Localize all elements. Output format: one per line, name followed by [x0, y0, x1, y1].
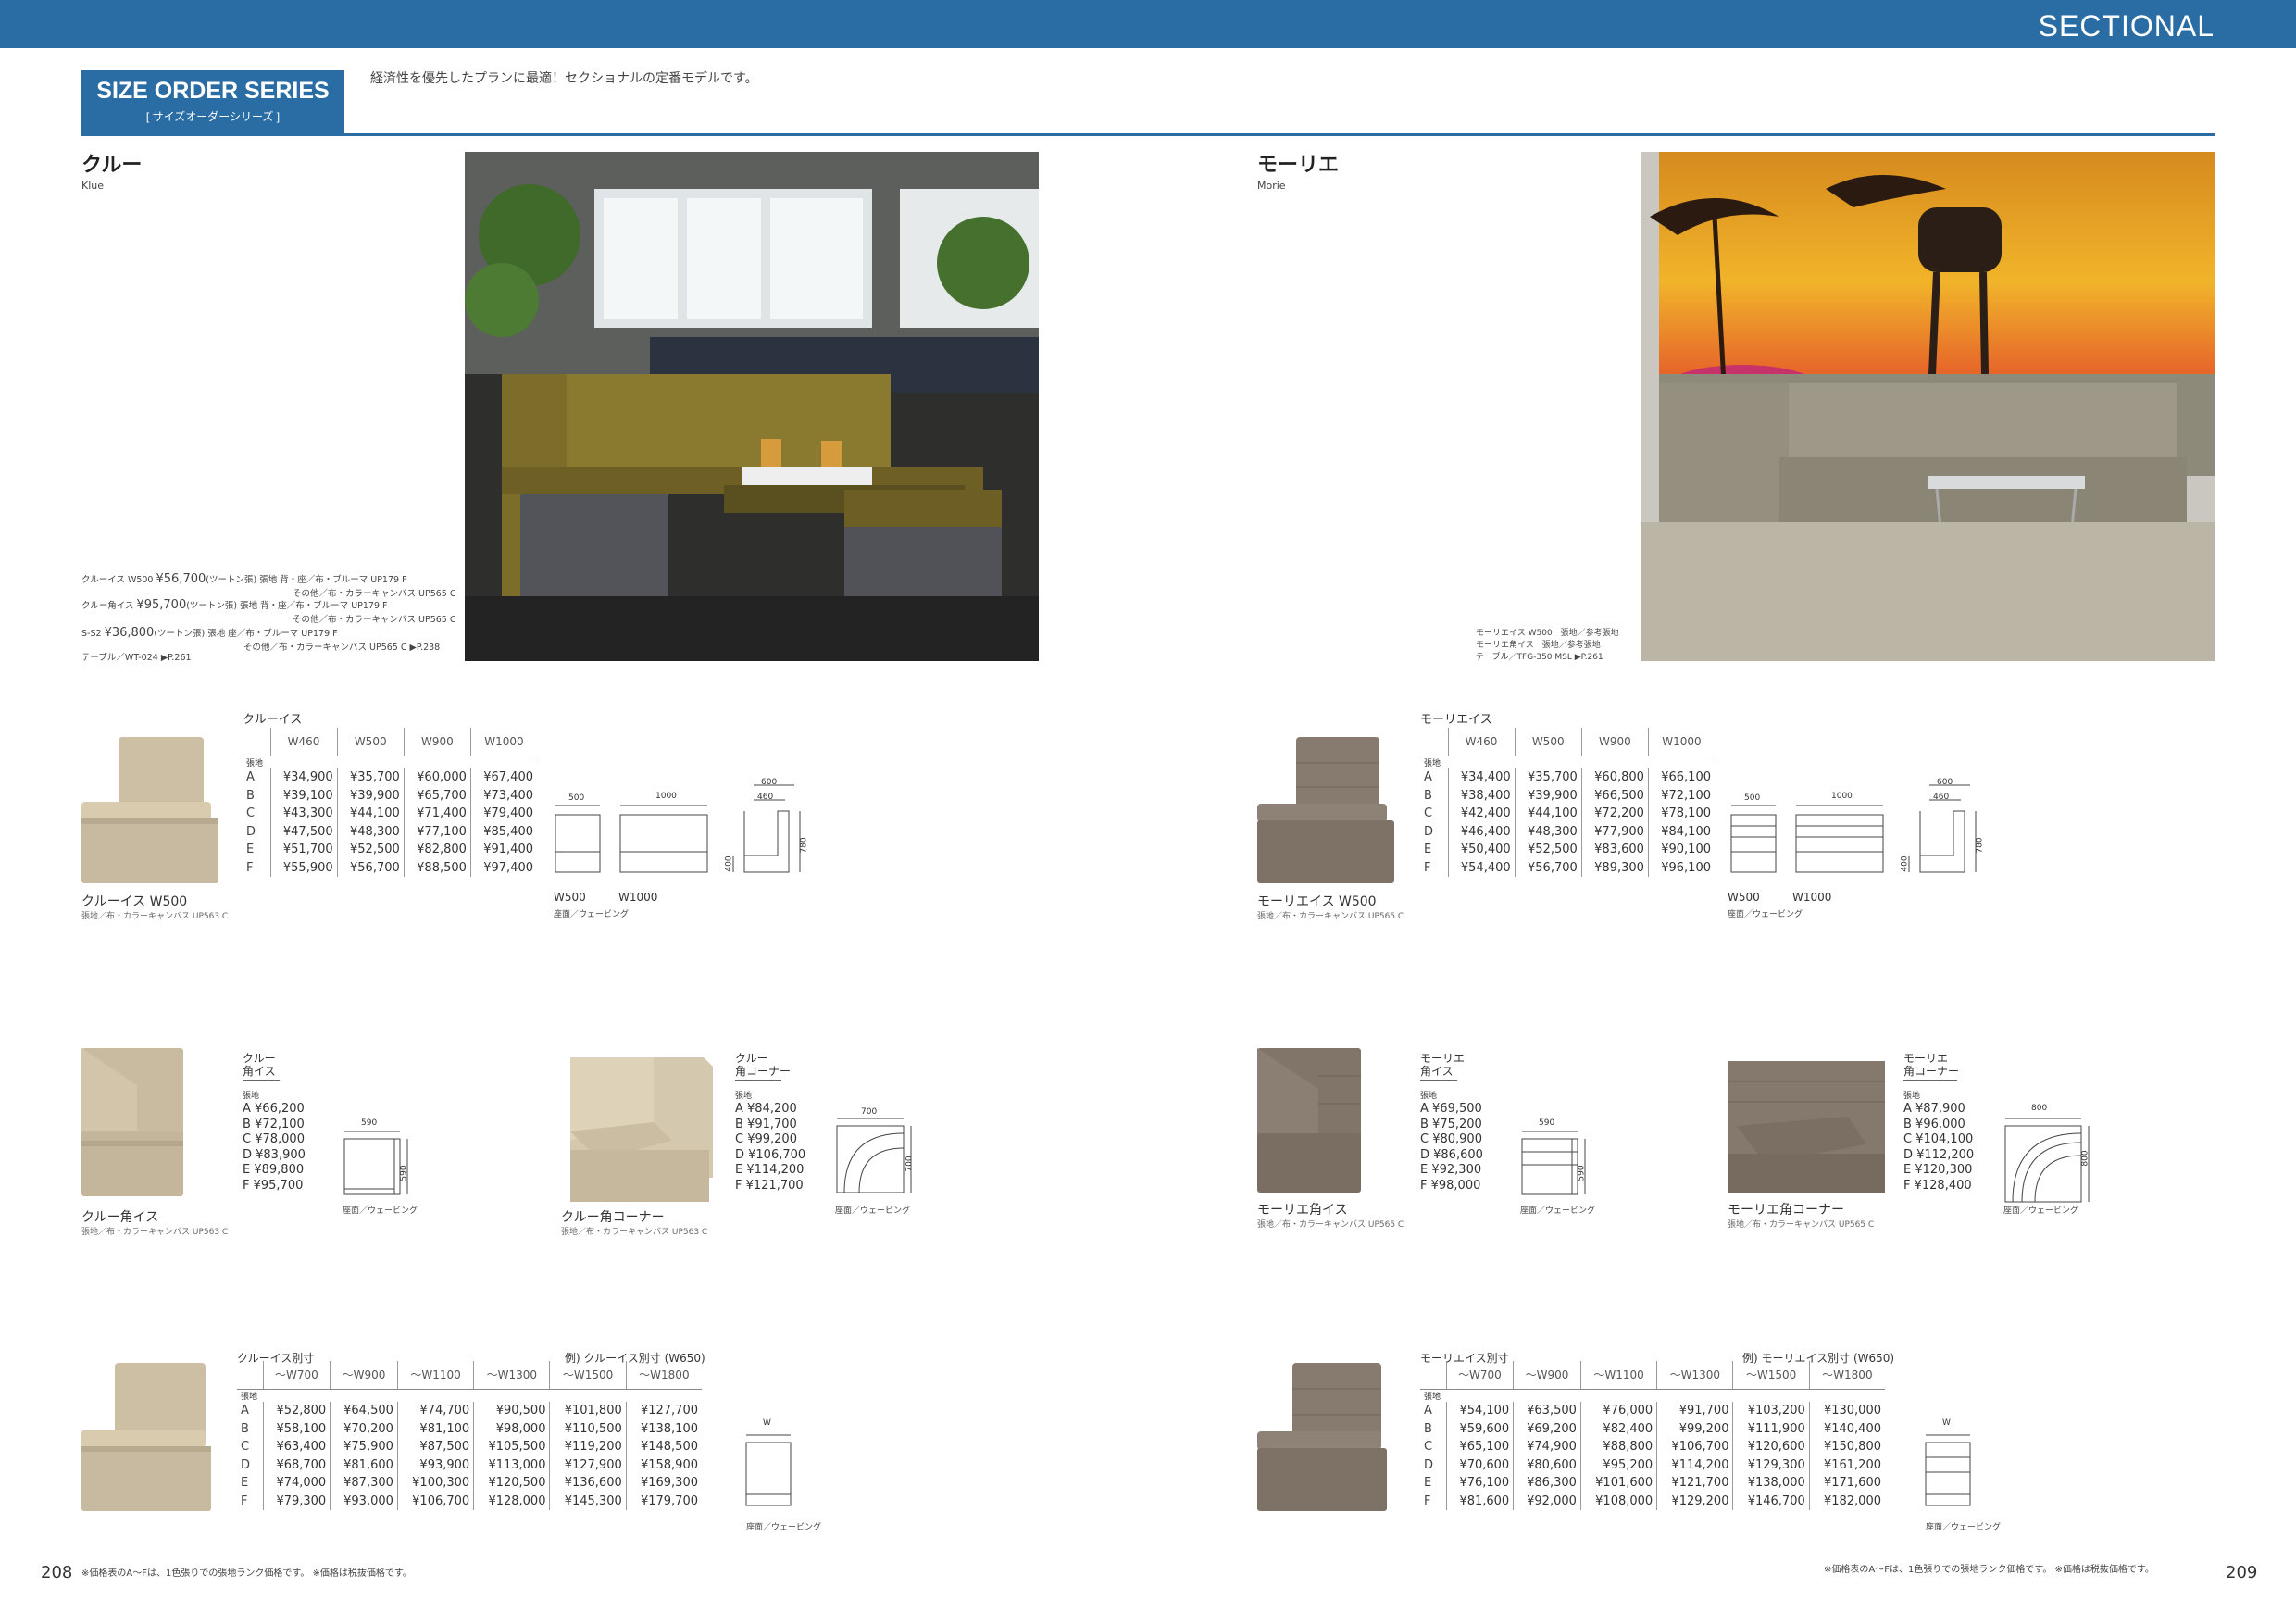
klue-corner-chair-label: クルー角イス [81, 1210, 159, 1225]
klue-chair-image [81, 737, 218, 885]
product-name-en-klue: Klue [81, 180, 105, 192]
table-row: D ¥46,400 ¥48,300 ¥77,900 ¥84,100 [1420, 822, 1715, 841]
series-tagline: 経済性を優先したプランに最適！セクショナルの定番モデルです。 [370, 71, 758, 86]
product-name-klue: クルー [81, 154, 143, 177]
dim-1000: 1000 [655, 792, 677, 801]
morie-chair-fabric: 張地／布・カラーキャンバス UP565 C [1257, 912, 1404, 921]
section-title: SECTIONAL [2038, 9, 2215, 43]
morie-corner-piece-fabric: 張地／布・カラーキャンバス UP565 C [1728, 1220, 1875, 1230]
klue-corner-piece-image [561, 1057, 713, 1204]
klue-corner-piece-label: クルー角コーナー [561, 1210, 665, 1225]
morie-corner-piece-image [1728, 1061, 1885, 1194]
series-badge: SIZE ORDER SERIES [ サイズオーダーシリーズ ] [81, 70, 344, 133]
morie-corner-chair-image [1257, 1048, 1361, 1194]
morie-chair-label: モーリエイス W500 [1257, 894, 1377, 909]
table-row: A ¥54,100 ¥63,500 ¥76,000 ¥91,700 ¥103,200 ¥13… [1420, 1402, 1885, 1420]
morie-corner-piece-prices: A ¥87,900 B ¥96,000 C ¥104,100 D ¥112,20… [1903, 1102, 1975, 1193]
table-row: D ¥70,600 ¥80,600 ¥95,200 ¥114,200 ¥129,300 ¥1… [1420, 1455, 1885, 1474]
table-row: E ¥51,700 ¥52,500 ¥82,800 ¥91,400 [243, 841, 537, 859]
table-row: A ¥52,800 ¥64,500 ¥74,700 ¥90,500 ¥101,800 ¥12… [237, 1402, 702, 1420]
morie-captions: モーリエイス W500 張地／参考張地 モーリエ角イス 張地／参考張地 テーブル… [1476, 629, 1619, 662]
morie-photo [1641, 152, 2215, 661]
morie-custom-chair-image [1257, 1363, 1387, 1513]
table-row: B ¥38,400 ¥39,900 ¥66,500 ¥72,100 [1420, 786, 1715, 805]
klue-corner-chair-image [81, 1048, 183, 1201]
table-row: C ¥63,400 ¥75,900 ¥87,500 ¥105,500 ¥119,200 ¥1… [237, 1438, 702, 1456]
klue-caption-2-price: ¥95,700 [136, 598, 187, 612]
table-row: F ¥54,400 ¥56,700 ¥89,300 ¥96,100 [1420, 858, 1715, 877]
morie-chair-image [1257, 737, 1394, 885]
klue-table-title: クルーイス [243, 713, 303, 727]
table-row: D ¥47,500 ¥48,300 ¥77,100 ¥85,400 [243, 822, 537, 841]
table-row: B ¥58,100 ¥70,200 ¥81,100 ¥98,000 ¥110,500 ¥13… [237, 1419, 702, 1438]
klue-chair-fabric: 張地／布・カラーキャンバス UP563 C [81, 912, 229, 921]
klue-caption-1: クルーイス W500 ¥56,700(ツートン張) 張地 背・座／布・ブルーマ … [81, 572, 456, 599]
dim-600: 600 [761, 778, 778, 787]
table-row: A ¥34,400 ¥35,700 ¥60,800 ¥66,100 [1420, 768, 1715, 787]
morie-corner-chair-fabric: 張地／布・カラーキャンバス UP565 C [1257, 1220, 1404, 1230]
footnote-right: ※価格表のA～Fは、1色張りでの張地ランク価格です。 ※価格は税抜価格です。 [1824, 1565, 2154, 1575]
klue-caption-table: テーブル／WT-024 ▶P.261 [81, 653, 192, 663]
table-row: E ¥50,400 ¥52,500 ¥83,600 ¥90,100 [1420, 841, 1715, 859]
morie-corner-chair-plan [1520, 1120, 1594, 1207]
klue-corner-piece-prices: A ¥84,200 B ¥91,700 C ¥99,200 D ¥106,700… [735, 1102, 806, 1193]
klue-custom-plan [741, 1430, 796, 1517]
morie-corner-piece-label: モーリエ角コーナー [1728, 1203, 1844, 1218]
morie-custom-price-table: ～W700 ～W900 ～W1100 ～W1300 ～W1500 ～W1800 張地 A ¥… [1420, 1361, 1885, 1510]
morie-corner-chair-title: モーリエ 角イス [1420, 1052, 1466, 1078]
table-row: F ¥79,300 ¥93,000 ¥106,700 ¥128,000 ¥145,300 ¥… [237, 1492, 702, 1510]
table-row: D ¥68,700 ¥81,600 ¥93,900 ¥113,000 ¥127,900 ¥1… [237, 1455, 702, 1474]
dim-500: 500 [568, 793, 585, 803]
klue-photo [465, 152, 1039, 661]
table-row: F ¥55,900 ¥56,700 ¥88,500 ¥97,400 [243, 858, 537, 877]
klue-corner-piece-fabric: 張地／布・カラーキャンバス UP563 C [561, 1228, 708, 1237]
klue-caption-3-price: ¥36,800 [104, 626, 155, 640]
klue-caption-2: クルー角イス ¥95,700(ツートン張) 張地 背・座／布・ブルーマ UP17… [81, 598, 456, 625]
table-row: A ¥34,900 ¥35,700 ¥60,000 ¥67,400 [243, 768, 537, 787]
klue-price-table: W460 W500 W900 W1000 張地 A ¥34,900 ¥35,700 ¥60,… [243, 728, 537, 877]
klue-caption-1-price: ¥56,700 [156, 572, 206, 586]
header-bar: SECTIONAL [0, 0, 2296, 48]
dim-780: 780 [799, 837, 809, 854]
product-name-en-morie: Morie [1257, 180, 1286, 192]
klue-corner-piece-title: クルー 角コーナー [735, 1052, 792, 1078]
klue-corner-chair-fabric: 張地／布・カラーキャンバス UP563 C [81, 1228, 229, 1237]
table-row: E ¥76,100 ¥86,300 ¥101,600 ¥121,700 ¥138,000 ¥… [1420, 1474, 1885, 1493]
dim-w1000-label: W1000 [618, 891, 658, 904]
dim-w500-label: W500 [554, 891, 586, 904]
header-rule [81, 133, 2215, 136]
morie-custom-plan [1920, 1430, 1976, 1517]
table-row: C ¥43,300 ¥44,100 ¥71,400 ¥79,400 [243, 805, 537, 823]
table-row: C ¥65,100 ¥74,900 ¥88,800 ¥106,700 ¥120,600 ¥1… [1420, 1438, 1885, 1456]
klue-corner-chair-title: クルー 角イス [243, 1052, 276, 1078]
morie-table-title: モーリエイス [1420, 713, 1492, 727]
morie-corner-chair-prices: A ¥69,500 B ¥75,200 C ¥80,900 D ¥86,600 … [1420, 1102, 1483, 1193]
series-subtitle: [ サイズオーダーシリーズ ] [145, 110, 281, 123]
morie-corner-chair-label: モーリエ角イス [1257, 1203, 1348, 1218]
table-row: B ¥59,600 ¥69,200 ¥82,400 ¥99,200 ¥111,900 ¥14… [1420, 1419, 1885, 1438]
klue-custom-chair-image [81, 1363, 211, 1513]
morie-price-table: W460 W500 W900 W1000 張地 A ¥34,400 ¥35,700 ¥60,… [1420, 728, 1715, 877]
page-number-left: 208 [41, 1563, 73, 1582]
table-row: B ¥39,100 ¥39,900 ¥65,700 ¥73,400 [243, 786, 537, 805]
klue-chair-label: クルーイス W500 [81, 894, 188, 909]
table-row: E ¥74,000 ¥87,300 ¥100,300 ¥120,500 ¥136,600 ¥… [237, 1474, 702, 1493]
series-title: SIZE ORDER SERIES [96, 78, 330, 104]
footnote-left: ※価格表のA～Fは、1色張りでの張地ランク価格です。 ※価格は税抜価格です。 [81, 1568, 412, 1579]
table-row: C ¥42,400 ¥44,100 ¥72,200 ¥78,100 [1420, 805, 1715, 823]
klue-seat-note: 座面／ウェービング [554, 910, 630, 919]
klue-corner-chair-prices: A ¥66,200 B ¥72,100 C ¥78,000 D ¥83,900 … [243, 1102, 306, 1193]
product-name-morie: モーリエ [1257, 154, 1340, 177]
morie-corner-piece-title: モーリエ 角コーナー [1903, 1052, 1960, 1078]
table-row: F ¥81,600 ¥92,000 ¥108,000 ¥129,200 ¥146,700 ¥… [1420, 1492, 1885, 1510]
klue-custom-price-table: ～W700 ～W900 ～W1100 ～W1300 ～W1500 ～W1800 張地 A ¥… [237, 1361, 702, 1510]
dim-460: 460 [757, 793, 774, 802]
dim-400: 400 [724, 856, 734, 872]
klue-corner-chair-plan [343, 1120, 417, 1207]
page-number-right: 209 [2226, 1563, 2258, 1582]
